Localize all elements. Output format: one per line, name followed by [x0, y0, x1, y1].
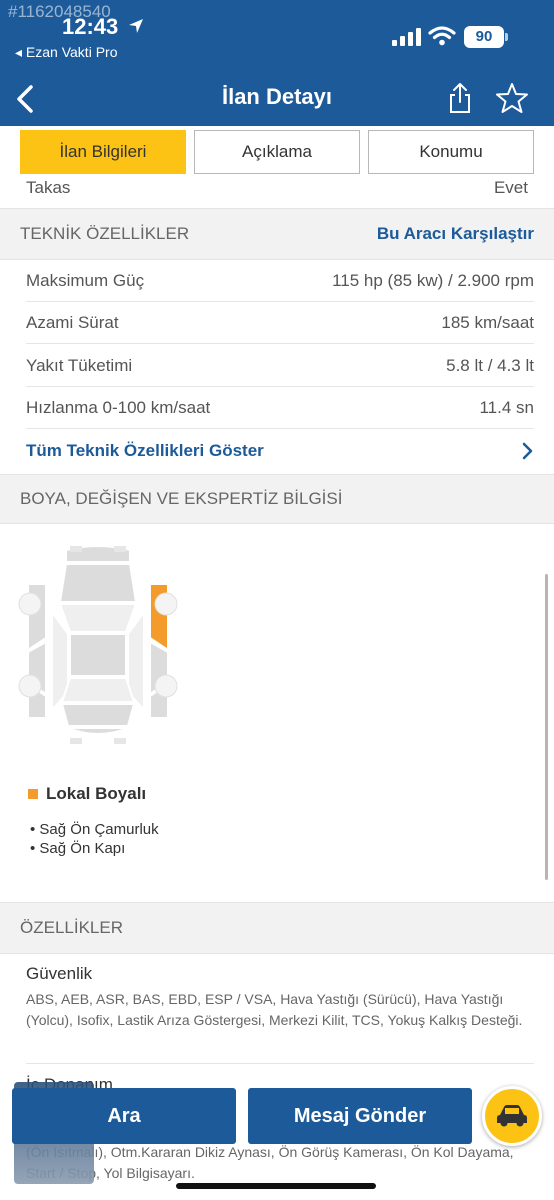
- spec-row: Maksimum Güç 115 hp (85 kw) / 2.900 rpm: [26, 260, 534, 302]
- tab-aciklama[interactable]: Açıklama: [194, 130, 360, 174]
- show-all-specs-label: Tüm Teknik Özellikleri Göster: [26, 441, 264, 460]
- scrollbar[interactable]: [545, 574, 548, 880]
- app-header: #1162048540 12:43 ◂ Ezan Vakti Pro 90 İl…: [0, 0, 554, 126]
- status-time: 12:43: [62, 14, 119, 39]
- wheel-front-left: [18, 592, 42, 616]
- hood: [58, 563, 138, 603]
- car-icon: [497, 1105, 527, 1127]
- paint-legend: Lokal Boyalı: [28, 784, 146, 804]
- technical-section-header: TEKNİK ÖZELLİKLER Bu Aracı Karşılaştır: [0, 208, 554, 260]
- feature-group-text: (Ön Isıtmalı), Otm.Kararan Dikiz Aynası,…: [26, 1144, 514, 1181]
- battery-indicator: 90: [464, 26, 504, 48]
- list-item: • Sağ Ön Çamurluk: [30, 821, 159, 838]
- rear-window: [60, 677, 136, 703]
- taillight-right: [114, 738, 126, 744]
- detail-tabs: İlan Bilgileri Açıklama Konumu: [0, 126, 554, 176]
- wifi-icon: [428, 26, 456, 46]
- feature-group-title: Güvenlik: [26, 964, 93, 983]
- spec-label: Yakıt Tüketimi: [26, 355, 133, 375]
- spec-label: Hızlanma 0-100 km/saat: [26, 397, 211, 417]
- compare-link[interactable]: Bu Aracı Karşılaştır: [377, 224, 534, 244]
- send-message-button[interactable]: Mesaj Gönder: [248, 1088, 472, 1144]
- wheel-front-right: [154, 592, 178, 616]
- paint-heading: BOYA, DEĞİŞEN VE EKSPERTİZ BİLGİSİ: [20, 489, 343, 508]
- spec-label: Azami Sürat: [26, 312, 119, 332]
- spec-row: Yakıt Tüketimi 5.8 lt / 4.3 lt: [26, 345, 534, 387]
- cellular-signal-icon: [392, 28, 421, 46]
- wheel-rear-right: [154, 674, 178, 698]
- features-heading: ÖZELLİKLER: [20, 918, 123, 937]
- divider: [26, 1063, 534, 1064]
- takas-label: Takas: [26, 178, 71, 197]
- car-fab-button[interactable]: [482, 1086, 542, 1146]
- tab-ilan-bilgileri[interactable]: İlan Bilgileri: [20, 130, 186, 174]
- call-button[interactable]: Ara: [12, 1088, 236, 1144]
- share-icon[interactable]: [448, 82, 472, 114]
- painted-parts-list: • Sağ Ön Çamurluk • Sağ Ön Kapı: [30, 820, 159, 858]
- technical-heading: TEKNİK ÖZELLİKLER: [20, 224, 190, 243]
- takas-row: Takas Evet: [26, 178, 528, 198]
- trunk: [60, 703, 136, 727]
- windshield: [58, 603, 138, 633]
- spec-label: Maksimum Güç: [26, 270, 145, 290]
- spec-value: 185 km/saat: [441, 312, 534, 332]
- tab-konumu[interactable]: Konumu: [368, 130, 534, 174]
- takas-value: Evet: [493, 178, 528, 197]
- features-section-header: ÖZELLİKLER: [0, 902, 554, 954]
- legend-label: Lokal Boyalı: [46, 784, 147, 803]
- spec-value: 5.8 lt / 4.3 lt: [446, 355, 534, 375]
- show-all-specs-link[interactable]: Tüm Teknik Özellikleri Göster: [26, 430, 534, 472]
- star-icon[interactable]: [496, 82, 528, 114]
- headlight-left: [70, 546, 82, 552]
- list-item: • Sağ Ön Kapı: [30, 840, 126, 857]
- spec-row: Hızlanma 0-100 km/saat 11.4 sn: [26, 387, 534, 429]
- back-to-app-link[interactable]: ◂ Ezan Vakti Pro: [15, 44, 117, 61]
- paint-section-header: BOYA, DEĞİŞEN VE EKSPERTİZ BİLGİSİ: [0, 474, 554, 524]
- wheel-rear-left: [18, 674, 42, 698]
- chevron-right-icon: [522, 442, 533, 460]
- car-paint-diagram: [18, 545, 178, 744]
- taillight-left: [70, 738, 82, 744]
- roof: [69, 633, 127, 677]
- spec-value: 115 hp (85 kw) / 2.900 rpm: [332, 270, 534, 290]
- spec-value: 11.4 sn: [479, 397, 534, 417]
- battery-tip: [505, 33, 508, 41]
- location-arrow-icon: [129, 19, 143, 33]
- legend-color-swatch: [28, 789, 38, 799]
- home-indicator: [176, 1183, 376, 1189]
- spec-row: Azami Sürat 185 km/saat: [26, 302, 534, 344]
- headlight-right: [114, 546, 126, 552]
- feature-group-text: ABS, AEB, ASR, BAS, EBD, ESP / VSA, Hava…: [26, 991, 523, 1028]
- rear-bumper: [67, 727, 129, 735]
